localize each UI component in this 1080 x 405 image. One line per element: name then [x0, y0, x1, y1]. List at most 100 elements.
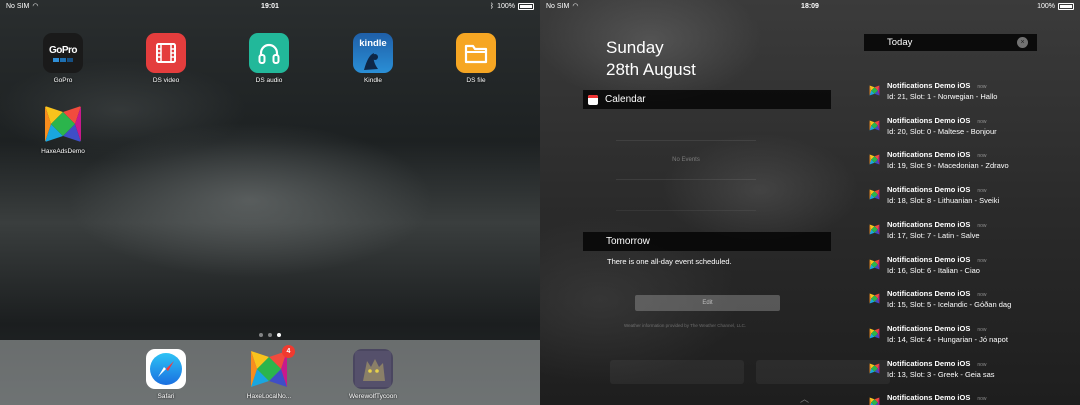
notification-title: Notifications Demo iOS now	[887, 150, 987, 159]
notification-item[interactable]: Notifications Demo iOS now Id: 19, Slot: 9…	[869, 150, 1069, 178]
status-bar: No SIM ◠ 18:09 100%	[540, 0, 1080, 12]
notification-item[interactable]: Notifications Demo iOS now Id: 18, Slot: 8…	[869, 185, 1069, 213]
clear-notifications-button[interactable]: ×	[1017, 37, 1028, 48]
film-icon	[146, 33, 186, 73]
notification-title: Notifications Demo iOS now	[887, 324, 987, 333]
werewolf-icon	[353, 349, 393, 389]
nc-bottom-tabs	[610, 360, 890, 384]
app-haxe-ads-demo[interactable]: HaxeAdsDemo	[33, 104, 93, 155]
status-bar: No SIM ◠ 19:01 ᛒ 100%	[0, 0, 540, 12]
app-label: DS video	[152, 77, 180, 84]
notification-item[interactable]: Notifications Demo iOSnowId: 12, Slot: 2…	[869, 393, 1069, 405]
notification-body: Id: 21, Slot: 1 - Norwegian - Hallo	[887, 92, 998, 101]
notification-app-name: Notifications Demo iOS	[887, 254, 971, 264]
notification-body: Id: 18, Slot: 8 - Lithuanian - Sveiki	[887, 196, 1000, 206]
app-label: HaxeLocalNo...	[246, 393, 292, 400]
notification-app-name: Notifications Demo iOS	[887, 393, 971, 403]
notification-time: now	[977, 326, 987, 333]
notification-app-name: Notifications Demo iOS	[887, 115, 971, 125]
app-label: GoPro	[53, 77, 73, 84]
haxe-logo-icon	[869, 152, 880, 165]
page-dot	[268, 333, 272, 337]
dock: Safari 4 HaxeLocalNo... WerewolfTycoon	[0, 340, 540, 405]
notification-item[interactable]: Notifications Demo iOS now Id: 21, Slot: 1…	[869, 81, 1069, 109]
calendar-widget-header[interactable]: Calendar	[583, 90, 831, 109]
haxe-logo-icon	[869, 187, 880, 200]
app-label: DS audio	[255, 77, 283, 84]
app-kindle[interactable]: kindle Kindle	[343, 33, 403, 84]
notification-title: Notifications Demo iOS now	[887, 359, 987, 368]
notification-time: now	[977, 396, 987, 403]
notification-title: Notifications Demo iOS now	[887, 393, 987, 402]
dock-app-safari[interactable]: Safari	[136, 349, 196, 400]
notification-app-name: Notifications Demo iOS	[887, 289, 971, 299]
notification-item[interactable]: Notifications Demo iOS now Id: 13, Slot: 3…	[869, 359, 1069, 387]
notification-time: now	[977, 188, 987, 195]
notification-center: No SIM ◠ 18:09 100% Sunday 28th August Ca…	[540, 0, 1080, 405]
calendar-header-label: Calendar	[605, 94, 646, 105]
haxe-logo-icon	[869, 83, 880, 96]
nc-tab[interactable]	[610, 360, 744, 384]
haxe-logo-icon	[869, 361, 880, 374]
notification-app-name: Notifications Demo iOS	[887, 81, 971, 90]
app-label: DS file	[466, 77, 486, 84]
notification-title: Notifications Demo iOS now	[887, 255, 987, 264]
dock-app-werewolf-tycoon[interactable]: WerewolfTycoon	[343, 349, 403, 400]
haxe-logo-icon	[869, 291, 880, 304]
notification-item[interactable]: Notifications Demo iOS now Id: 17, Slot: 7…	[869, 220, 1069, 248]
notification-body: Id: 20, Slot: 0 - Maltese - Bonjour	[887, 126, 997, 136]
haxe-logo-icon	[43, 104, 83, 144]
haxe-logo-icon	[869, 118, 880, 131]
today-label: Today	[887, 37, 913, 48]
weather-attribution[interactable]: Weather information provided by The Weat…	[624, 323, 746, 328]
app-label: Kindle	[363, 77, 383, 84]
app-ds-video[interactable]: DS video	[136, 33, 196, 84]
app-ds-file[interactable]: DS file	[446, 33, 506, 84]
notification-app-name: Notifications Demo iOS	[887, 358, 971, 368]
clock: 19:01	[261, 2, 279, 10]
notification-body: Id: 17, Slot: 7 - Latin - Salve	[887, 230, 980, 240]
page-dot	[259, 333, 263, 337]
home-screen: No SIM ◠ 19:01 ᛒ 100% GoPro GoPro DS vid…	[0, 0, 540, 405]
haxe-logo-icon	[869, 257, 880, 269]
notification-item[interactable]: Notifications Demo iOS now Id: 15, Slot: 5…	[869, 289, 1069, 317]
haxe-logo-icon: 4	[249, 345, 295, 389]
app-gopro[interactable]: GoPro GoPro	[33, 33, 93, 84]
app-label: HaxeAdsDemo	[41, 148, 85, 155]
date-weekday: Sunday	[606, 38, 664, 57]
notification-body: Id: 15, Slot: 5 - Icelandic - Góðan dag	[887, 300, 1012, 310]
compass-icon	[146, 349, 186, 389]
haxe-logo-icon	[869, 395, 880, 405]
tomorrow-summary: There is one all-day event scheduled.	[607, 257, 732, 266]
notification-title: Notifications Demo iOS now	[887, 185, 987, 194]
notification-time: now	[977, 118, 987, 125]
clock: 18:09	[801, 2, 819, 10]
notification-body: Id: 14, Slot: 4 - Hungarian - Jó napot	[887, 334, 1008, 344]
date-full: 28th August	[606, 60, 696, 79]
gopro-icon: GoPro	[43, 33, 83, 73]
edit-button[interactable]: Edit	[635, 295, 780, 311]
headphones-icon	[249, 33, 289, 73]
notification-item[interactable]: Notifications Demo iOS now Id: 14, Slot: 4…	[869, 324, 1069, 352]
no-events-placeholder: No Events	[616, 140, 756, 180]
notification-item[interactable]: Notifications Demo iOS now Id: 16, Slot: 6…	[869, 255, 1069, 283]
calendar-icon	[588, 94, 598, 105]
notification-body: Id: 13, Slot: 3 - Greek - Geia sas	[887, 369, 995, 379]
divider	[616, 210, 756, 211]
app-ds-audio[interactable]: DS audio	[239, 33, 299, 84]
page-dot-active	[277, 333, 281, 337]
notification-app-name: Notifications Demo iOS	[887, 219, 971, 229]
chevron-up-icon[interactable]: ︿	[800, 392, 809, 405]
notification-item[interactable]: Notifications Demo iOS now Id: 20, Slot: 0…	[869, 116, 1069, 144]
page-indicator[interactable]	[0, 333, 540, 337]
notification-time: now	[977, 222, 987, 229]
notification-app-name: Notifications Demo iOS	[887, 150, 971, 160]
notification-body: Id: 16, Slot: 6 - Italian - Ciao	[887, 265, 980, 275]
battery-icon	[1058, 2, 1074, 10]
battery-icon	[518, 2, 534, 10]
app-label: WerewolfTycoon	[349, 393, 397, 400]
notification-body: Id: 19, Slot: 9 - Macedonian - Zdravo	[887, 161, 1009, 171]
tomorrow-widget-header[interactable]: Tomorrow	[583, 232, 831, 251]
haxe-logo-icon	[869, 222, 880, 235]
dock-app-haxe-local-notifications[interactable]: 4 HaxeLocalNo...	[239, 345, 299, 400]
